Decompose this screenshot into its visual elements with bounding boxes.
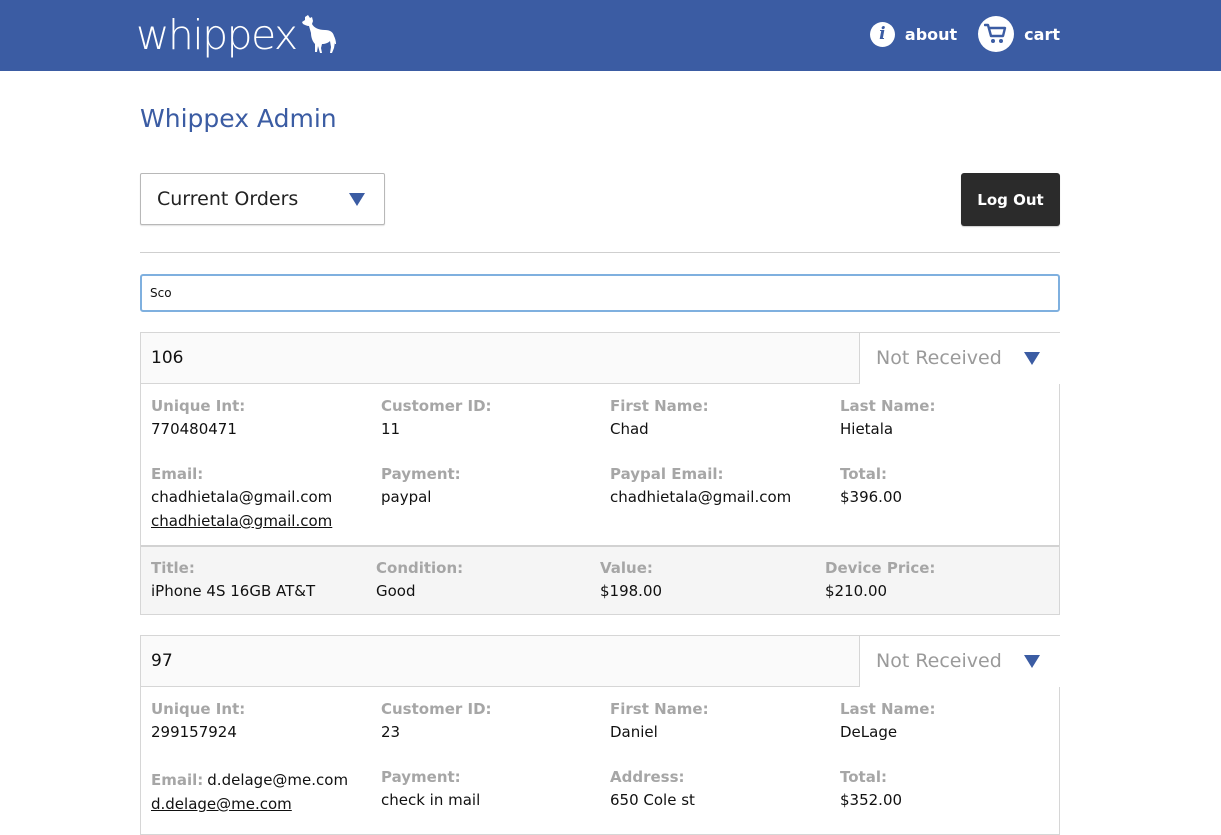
item-value: Value: $198.00: [600, 559, 662, 603]
field-label: Condition:: [376, 559, 464, 577]
order-status-value: Not Received: [876, 650, 1002, 672]
field-value: d.delage@me.com: [207, 771, 349, 789]
field-value: chadhietala@gmail.com: [610, 488, 792, 506]
whippet-dog-icon: [301, 15, 336, 53]
order-search-input[interactable]: [140, 274, 1060, 312]
field-value: 11: [381, 420, 401, 438]
email-link[interactable]: chadhietala@gmail.com: [151, 509, 332, 533]
field-label: First Name:: [610, 397, 709, 415]
field-value: $352.00: [840, 791, 903, 809]
field-value: 770480471: [151, 420, 237, 438]
field-label: Paypal Email:: [610, 465, 724, 483]
brand-logo[interactable]: whippex: [136, 12, 337, 58]
field-unique-int: Unique Int: 770480471: [151, 397, 245, 441]
field-value: iPhone 4S 16GB AT&T: [151, 582, 316, 600]
field-value: 299157924: [151, 723, 237, 741]
cart-link[interactable]: cart: [978, 16, 1060, 52]
field-email: Email: chadhietala@gmail.com chadhietala…: [151, 465, 332, 533]
field-value: DeLage: [840, 723, 898, 741]
top-navigation-bar: whippex i about cart: [0, 0, 1221, 71]
field-value: $198.00: [600, 582, 663, 600]
field-value: 650 Cole st: [610, 791, 695, 809]
order-view-dropdown[interactable]: Current Orders: [140, 173, 385, 225]
section-divider: [140, 252, 1060, 253]
order-id: 106: [151, 348, 184, 368]
dropdown-arrow-icon: [349, 193, 365, 206]
logout-button[interactable]: Log Out: [961, 173, 1060, 226]
order-header: 106 Not Received: [141, 333, 1060, 384]
field-label: Address:: [610, 768, 685, 786]
field-address: Address: 650 Cole st: [610, 768, 695, 812]
field-value: $210.00: [825, 582, 888, 600]
field-label: Total:: [840, 465, 887, 483]
item-condition: Condition: Good: [376, 559, 463, 603]
field-value: Good: [376, 582, 416, 600]
field-label: Email:: [151, 771, 204, 789]
order-card: 97 Not Received Unique Int: 299157924 Cu…: [140, 635, 1060, 835]
field-value: chadhietala@gmail.com: [151, 488, 333, 506]
email-line: Email: d.delage@me.com: [151, 768, 348, 792]
field-label: Device Price:: [825, 559, 936, 577]
field-label: First Name:: [610, 700, 709, 718]
item-device-price: Device Price: $210.00: [825, 559, 935, 603]
item-title: Title: iPhone 4S 16GB AT&T: [151, 559, 315, 603]
field-label: Customer ID:: [381, 397, 492, 415]
field-label: Payment:: [381, 465, 461, 483]
field-label: Customer ID:: [381, 700, 492, 718]
brand-wordmark: whippex: [136, 11, 298, 59]
field-label: Total:: [840, 768, 887, 786]
order-item-row: Title: iPhone 4S 16GB AT&T Condition: Go…: [141, 545, 1059, 614]
field-label: Email:: [151, 465, 204, 483]
email-link[interactable]: d.delage@me.com: [151, 792, 348, 816]
field-label: Payment:: [381, 768, 461, 786]
order-id: 97: [151, 651, 173, 671]
field-last-name: Last Name: DeLage: [840, 700, 935, 744]
about-link[interactable]: i about: [869, 21, 958, 47]
header-nav: i about cart: [869, 16, 1060, 52]
field-customer-id: Customer ID: 23: [381, 700, 492, 744]
field-payment: Payment: paypal: [381, 465, 461, 509]
field-value: $396.00: [840, 488, 903, 506]
field-value: check in mail: [381, 791, 481, 809]
field-label: Unique Int:: [151, 397, 246, 415]
cart-label: cart: [1024, 24, 1060, 44]
field-value: Daniel: [610, 723, 658, 741]
field-value: Hietala: [840, 420, 894, 438]
dropdown-arrow-icon: [1024, 352, 1040, 365]
field-unique-int: Unique Int: 299157924: [151, 700, 245, 744]
field-first-name: First Name: Daniel: [610, 700, 709, 744]
field-label: Last Name:: [840, 700, 936, 718]
order-status-dropdown[interactable]: Not Received: [859, 636, 1060, 687]
field-value: Chad: [610, 420, 649, 438]
order-card: 106 Not Received Unique Int: 770480471 C…: [140, 332, 1060, 615]
order-header: 97 Not Received: [141, 636, 1060, 687]
dropdown-arrow-icon: [1024, 655, 1040, 668]
cart-icon: [978, 16, 1015, 52]
field-total: Total: $396.00: [840, 465, 902, 509]
info-icon: i: [869, 21, 895, 47]
field-label: Title:: [151, 559, 195, 577]
field-customer-id: Customer ID: 11: [381, 397, 492, 441]
field-email: Email: d.delage@me.com d.delage@me.com: [151, 768, 348, 816]
page-title: Whippex Admin: [140, 104, 337, 133]
field-value: 23: [381, 723, 401, 741]
order-status-dropdown[interactable]: Not Received: [859, 333, 1060, 384]
about-label: about: [904, 24, 958, 44]
field-last-name: Last Name: Hietala: [840, 397, 935, 441]
field-first-name: First Name: Chad: [610, 397, 709, 441]
field-total: Total: $352.00: [840, 768, 902, 812]
field-label: Unique Int:: [151, 700, 246, 718]
field-payment: Payment: check in mail: [381, 768, 480, 812]
field-label: Value:: [600, 559, 653, 577]
order-view-selected-value: Current Orders: [157, 188, 299, 210]
field-paypal-email: Paypal Email: chadhietala@gmail.com: [610, 465, 791, 509]
field-label: Last Name:: [840, 397, 936, 415]
field-value: paypal: [381, 488, 432, 506]
order-status-value: Not Received: [876, 347, 1002, 369]
